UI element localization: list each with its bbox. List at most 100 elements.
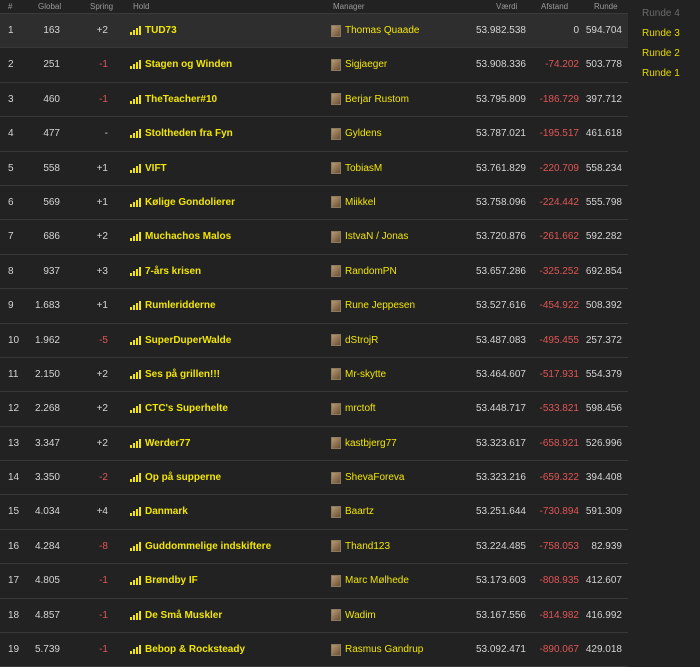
manager-name[interactable]: Sigjaeger: [345, 48, 387, 81]
manager-name[interactable]: Gyldens: [345, 117, 382, 150]
manager-name[interactable]: dStrojR: [345, 324, 378, 357]
table-row[interactable]: 16 4.284 -8 Guddommelige indskiftere Thand12…: [0, 530, 628, 565]
team-name[interactable]: Rumleridderne: [145, 289, 216, 322]
team-name[interactable]: De Små Muskler: [145, 599, 222, 632]
manager-link[interactable]: dStrojR: [331, 324, 378, 357]
manager-name[interactable]: Wadim: [345, 599, 376, 632]
team-link[interactable]: Danmark: [130, 495, 188, 528]
table-row[interactable]: 5 558 +1 VIFT TobiasM 53.761.829 -220.709 558.2…: [0, 152, 628, 186]
manager-name[interactable]: IstvaN / Jonas: [345, 220, 408, 253]
team-link[interactable]: TUD73: [130, 14, 177, 47]
team-name[interactable]: Stagen og Winden: [145, 48, 232, 81]
manager-link[interactable]: RandomPN: [331, 255, 397, 288]
manager-name[interactable]: mrctoft: [345, 392, 376, 425]
manager-link[interactable]: Wadim: [331, 599, 376, 632]
table-row[interactable]: 2 251 -1 Stagen og Winden Sigjaeger 53.908.33…: [0, 48, 628, 83]
manager-link[interactable]: kastbjerg77: [331, 427, 397, 460]
round-option[interactable]: Runde 4: [642, 8, 680, 28]
team-name[interactable]: Op på supperne: [145, 461, 221, 494]
manager-link[interactable]: Thomas Quaade: [331, 14, 420, 47]
table-row[interactable]: 6 569 +1 Kølige Gondolierer Miikkel 53.758.09…: [0, 186, 628, 221]
manager-link[interactable]: Gyldens: [331, 117, 382, 150]
team-link[interactable]: Bebop & Rocksteady: [130, 633, 245, 666]
table-row[interactable]: 4 477- Stoltheden fra Fyn Gyldens 53.787.021…: [0, 117, 628, 152]
manager-name[interactable]: kastbjerg77: [345, 427, 397, 460]
team-name[interactable]: VIFT: [145, 152, 167, 185]
round-option[interactable]: Runde 2: [642, 48, 680, 68]
table-row[interactable]: 9 1.683 +1 Rumleridderne Rune Jeppesen 53.527…: [0, 289, 628, 324]
manager-name[interactable]: Miikkel: [345, 186, 376, 219]
team-name[interactable]: TUD73: [145, 14, 177, 47]
team-link[interactable]: Kølige Gondolierer: [130, 186, 235, 219]
manager-link[interactable]: IstvaN / Jonas: [331, 220, 408, 253]
manager-link[interactable]: Sigjaeger: [331, 48, 387, 81]
manager-link[interactable]: ShevaForeva: [331, 461, 404, 494]
team-name[interactable]: Kølige Gondolierer: [145, 186, 235, 219]
manager-name[interactable]: Berjar Rustom: [345, 83, 409, 116]
team-link[interactable]: Muchachos Malos: [130, 220, 231, 253]
team-link[interactable]: 7-års krisen: [130, 255, 201, 288]
manager-link[interactable]: Mr-skytte: [331, 358, 386, 391]
manager-link[interactable]: Baartz: [331, 495, 374, 528]
header-runde[interactable]: Runde: [594, 2, 618, 11]
manager-link[interactable]: Thand123: [331, 530, 390, 563]
header-spring[interactable]: Spring: [90, 2, 113, 11]
team-link[interactable]: TheTeacher#10: [130, 83, 217, 116]
manager-name[interactable]: Rasmus Gandrup: [345, 633, 423, 666]
team-link[interactable]: Stagen og Winden: [130, 48, 232, 81]
header-vaerdi[interactable]: Værdi: [496, 2, 517, 11]
team-link[interactable]: Ses på grillen!!!: [130, 358, 220, 391]
manager-link[interactable]: Rasmus Gandrup: [331, 633, 423, 666]
manager-name[interactable]: Thomas Quaade: [345, 14, 420, 47]
manager-name[interactable]: ShevaForeva: [345, 461, 404, 494]
team-link[interactable]: SuperDuperWalde: [130, 324, 231, 357]
team-name[interactable]: Ses på grillen!!!: [145, 358, 220, 391]
team-name[interactable]: TheTeacher#10: [145, 83, 217, 116]
team-link[interactable]: CTC's Superhelte: [130, 392, 228, 425]
table-row[interactable]: 17 4.805 -1 Brøndby IF Marc Mølhede 53.173.60…: [0, 564, 628, 599]
manager-name[interactable]: RandomPN: [345, 255, 397, 288]
manager-name[interactable]: Baartz: [345, 495, 374, 528]
team-name[interactable]: Brøndby IF: [145, 564, 198, 597]
table-row[interactable]: 12 2.268 +2 CTC's Superhelte mrctoft 53.448.7…: [0, 392, 628, 427]
team-link[interactable]: De Små Muskler: [130, 599, 222, 632]
table-row[interactable]: 19 5.739 -1 Bebop & Rocksteady Rasmus Gandru…: [0, 633, 628, 667]
manager-name[interactable]: Thand123: [345, 530, 390, 563]
manager-link[interactable]: Berjar Rustom: [331, 83, 409, 116]
team-name[interactable]: Guddommelige indskiftere: [145, 530, 271, 563]
team-name[interactable]: Werder77: [145, 427, 190, 460]
table-row[interactable]: 7 686 +2 Muchachos Malos IstvaN / Jonas 53.72…: [0, 220, 628, 255]
table-row[interactable]: 11 2.150 +2 Ses på grillen!!! Mr-skytte 53.46…: [0, 358, 628, 393]
team-link[interactable]: Op på supperne: [130, 461, 221, 494]
manager-name[interactable]: Marc Mølhede: [345, 564, 409, 597]
manager-link[interactable]: TobiasM: [331, 152, 382, 185]
team-name[interactable]: SuperDuperWalde: [145, 324, 231, 357]
team-name[interactable]: CTC's Superhelte: [145, 392, 228, 425]
table-row[interactable]: 8 937 +3 7-års krisen RandomPN 53.657.286 -325…: [0, 255, 628, 290]
team-name[interactable]: 7-års krisen: [145, 255, 201, 288]
team-name[interactable]: Bebop & Rocksteady: [145, 633, 245, 666]
team-link[interactable]: Stoltheden fra Fyn: [130, 117, 233, 150]
manager-name[interactable]: Rune Jeppesen: [345, 289, 415, 322]
team-link[interactable]: Werder77: [130, 427, 190, 460]
table-row[interactable]: 14 3.350 -2 Op på supperne ShevaForeva 53.323…: [0, 461, 628, 496]
manager-link[interactable]: Rune Jeppesen: [331, 289, 415, 322]
header-hold[interactable]: Hold: [133, 2, 149, 11]
header-afstand[interactable]: Afstand: [541, 2, 568, 11]
manager-name[interactable]: TobiasM: [345, 152, 382, 185]
table-row[interactable]: 18 4.857 -1 De Små Muskler Wadim 53.167.556 -8…: [0, 599, 628, 634]
table-row[interactable]: 1 163 +2 TUD73 Thomas Quaade 53.982.538 0 594.7…: [0, 14, 628, 49]
team-name[interactable]: Danmark: [145, 495, 188, 528]
table-row[interactable]: 13 3.347 +2 Werder77 kastbjerg77 53.323.617 -6…: [0, 427, 628, 462]
manager-link[interactable]: Marc Mølhede: [331, 564, 409, 597]
table-row[interactable]: 10 1.962 -5 SuperDuperWalde dStrojR 53.487.08…: [0, 324, 628, 358]
team-link[interactable]: Guddommelige indskiftere: [130, 530, 271, 563]
manager-name[interactable]: Mr-skytte: [345, 358, 386, 391]
team-name[interactable]: Muchachos Malos: [145, 220, 231, 253]
team-name[interactable]: Stoltheden fra Fyn: [145, 117, 233, 150]
header-global[interactable]: Global: [38, 2, 61, 11]
manager-link[interactable]: Miikkel: [331, 186, 376, 219]
team-link[interactable]: Rumleridderne: [130, 289, 216, 322]
manager-link[interactable]: mrctoft: [331, 392, 376, 425]
team-link[interactable]: VIFT: [130, 152, 167, 185]
